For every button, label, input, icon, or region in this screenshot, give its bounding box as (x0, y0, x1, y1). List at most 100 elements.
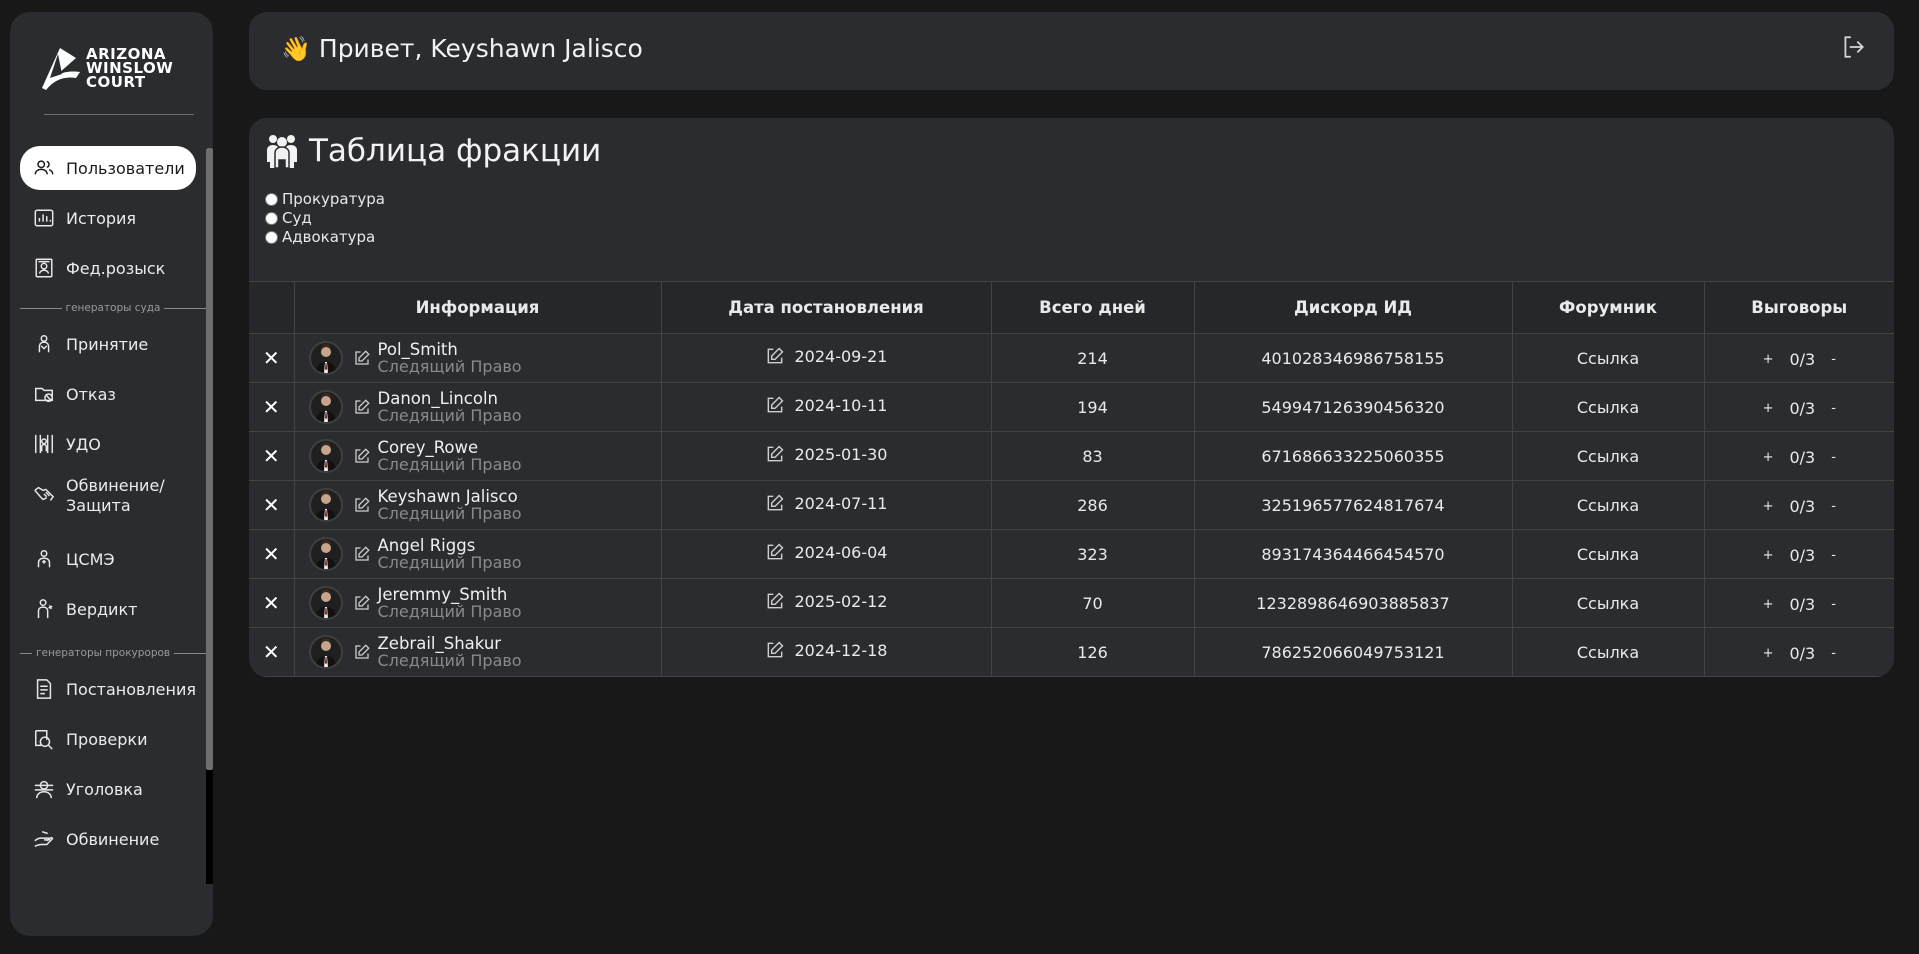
forum-link[interactable]: Ссылка (1511, 431, 1705, 481)
warning-plus-button[interactable]: + (1763, 450, 1774, 465)
warning-minus-button[interactable]: - (1831, 401, 1836, 416)
remove-row-button[interactable]: ✕ (249, 578, 295, 628)
logout-icon[interactable] (1840, 34, 1866, 60)
radio-button[interactable] (265, 231, 278, 244)
sidebar-item-accusation-defense[interactable]: Обвинение/ Защита (20, 472, 196, 516)
sail-logo-icon (42, 48, 80, 90)
date-cell: 2024-09-21 (660, 333, 992, 383)
discord-cell: 1232898646903885837 (1193, 578, 1513, 628)
group-prosecutors: генераторы прокуроров (20, 647, 206, 659)
sidebar-item-checks[interactable]: Проверки (20, 717, 196, 761)
group-line (20, 307, 62, 309)
sidebar-item-wanted[interactable]: Фед.розыск (20, 246, 196, 290)
faction-table: Информация Дата постановления Всего дней… (249, 281, 1894, 677)
edit-date-icon[interactable] (765, 493, 795, 513)
warning-plus-button[interactable]: + (1763, 499, 1774, 514)
edit-icon[interactable] (353, 349, 371, 367)
remove-row-button[interactable]: ✕ (249, 480, 295, 530)
remove-row-button[interactable]: ✕ (249, 382, 295, 432)
remove-row-button[interactable]: ✕ (249, 529, 295, 579)
sidebar-item-parole[interactable]: УДО (20, 422, 196, 466)
warning-minus-button[interactable]: - (1831, 597, 1836, 612)
sidebar-item-resolutions[interactable]: Постановления (20, 667, 196, 711)
sidebar-item-criminal[interactable]: Уголовка (20, 767, 196, 811)
edit-date-icon[interactable] (765, 346, 795, 366)
col-header-info: Информация (293, 281, 662, 334)
forum-link[interactable]: Ссылка (1511, 333, 1705, 383)
user-name: Jeremmy_Smith (377, 585, 508, 604)
edit-date-icon[interactable] (765, 444, 795, 464)
radio-button[interactable] (265, 193, 278, 206)
warning-minus-button[interactable]: - (1831, 646, 1836, 661)
remove-row-button[interactable]: ✕ (249, 431, 295, 481)
edit-icon[interactable] (353, 447, 371, 465)
remove-row-button[interactable]: ✕ (249, 627, 295, 677)
forum-link[interactable]: Ссылка (1511, 529, 1705, 579)
warning-plus-button[interactable]: + (1763, 352, 1774, 367)
radio-advocacy[interactable]: Адвокатура (265, 228, 385, 247)
brand-logo[interactable]: ARIZONA WINSLOW COURT (36, 38, 186, 98)
user-info: Jeremmy_Smith Следящий Право (295, 586, 661, 620)
edit-date-icon[interactable] (765, 395, 795, 415)
discord-cell: 671686633225060355 (1193, 431, 1513, 481)
edit-icon[interactable] (353, 594, 371, 612)
forum-link[interactable]: Ссылка (1511, 480, 1705, 530)
close-icon[interactable]: ✕ (263, 591, 280, 615)
warning-minus-button[interactable]: - (1831, 450, 1836, 465)
close-icon[interactable]: ✕ (263, 346, 280, 370)
user-name: Corey_Rowe (377, 438, 479, 457)
warning-minus-button[interactable]: - (1831, 499, 1836, 514)
close-icon[interactable]: ✕ (263, 395, 280, 419)
edit-date-icon[interactable] (765, 542, 795, 562)
user-info: Corey_Rowe Следящий Право (295, 439, 661, 473)
sidebar-item-refuse[interactable]: Отказ (20, 372, 196, 416)
table-row: ✕ Corey_Rowe Следящий Право 2025-01-30 83 671… (249, 431, 1894, 481)
close-icon[interactable]: ✕ (263, 542, 280, 566)
warning-plus-button[interactable]: + (1763, 401, 1774, 416)
sidebar-item-accusation[interactable]: Обвинение (20, 817, 196, 861)
warning-minus-button[interactable]: - (1831, 352, 1836, 367)
edit-date-icon[interactable] (765, 591, 795, 611)
chart-icon (32, 206, 56, 230)
date-wrap: 2024-10-11 (765, 395, 887, 415)
date-cell: 2024-10-11 (660, 382, 992, 432)
forum-link[interactable]: Ссылка (1511, 578, 1705, 628)
warning-minus-button[interactable]: - (1831, 548, 1836, 563)
col-header-forum: Форумник (1511, 281, 1705, 334)
sidebar-scrollbar-thumb[interactable] (206, 148, 213, 770)
sidebar-item-accept[interactable]: Принятие (20, 322, 196, 366)
warnings-cell: +0/3- (1703, 529, 1894, 579)
radio-prosecutor[interactable]: Прокуратура (265, 190, 385, 209)
top-header: 👋 Привет, Keyshawn Jalisco (249, 12, 1894, 90)
edit-icon[interactable] (353, 398, 371, 416)
edit-icon[interactable] (353, 545, 371, 563)
user-role: Следящий Право (377, 504, 522, 523)
radio-court[interactable]: Суд (265, 209, 385, 228)
warning-plus-button[interactable]: + (1763, 597, 1774, 612)
user-info: Angel Riggs Следящий Право (295, 537, 661, 571)
panel-title: Таблица фракции (265, 132, 601, 170)
close-icon[interactable]: ✕ (263, 640, 280, 664)
warnings-value: 0/3 (1789, 594, 1816, 614)
edit-icon[interactable] (353, 643, 371, 661)
sidebar-item-csme[interactable]: ЦСМЭ (20, 537, 196, 581)
forum-link[interactable]: Ссылка (1511, 382, 1705, 432)
remove-row-button[interactable]: ✕ (249, 333, 295, 383)
close-icon[interactable]: ✕ (263, 493, 280, 517)
warning-plus-button[interactable]: + (1763, 548, 1774, 563)
info-cell: Jeremmy_Smith Следящий Право (293, 578, 662, 628)
edit-date-icon[interactable] (765, 640, 795, 660)
close-icon[interactable]: ✕ (263, 444, 280, 468)
sidebar-item-history[interactable]: История (20, 196, 196, 240)
sidebar-item-verdict[interactable]: Вердикт (20, 587, 196, 631)
discord-cell: 549947126390456320 (1193, 382, 1513, 432)
sidebar-item-label: Проверки (66, 729, 148, 749)
radio-label: Прокуратура (282, 190, 385, 208)
col-header-warnings: Выговоры (1703, 281, 1894, 334)
edit-icon[interactable] (353, 496, 371, 514)
warnings-control: +0/3- (1763, 448, 1836, 467)
forum-link[interactable]: Ссылка (1511, 627, 1705, 677)
radio-button[interactable] (265, 212, 278, 225)
warning-plus-button[interactable]: + (1763, 646, 1774, 661)
sidebar-item-users[interactable]: Пользователи (20, 146, 196, 190)
